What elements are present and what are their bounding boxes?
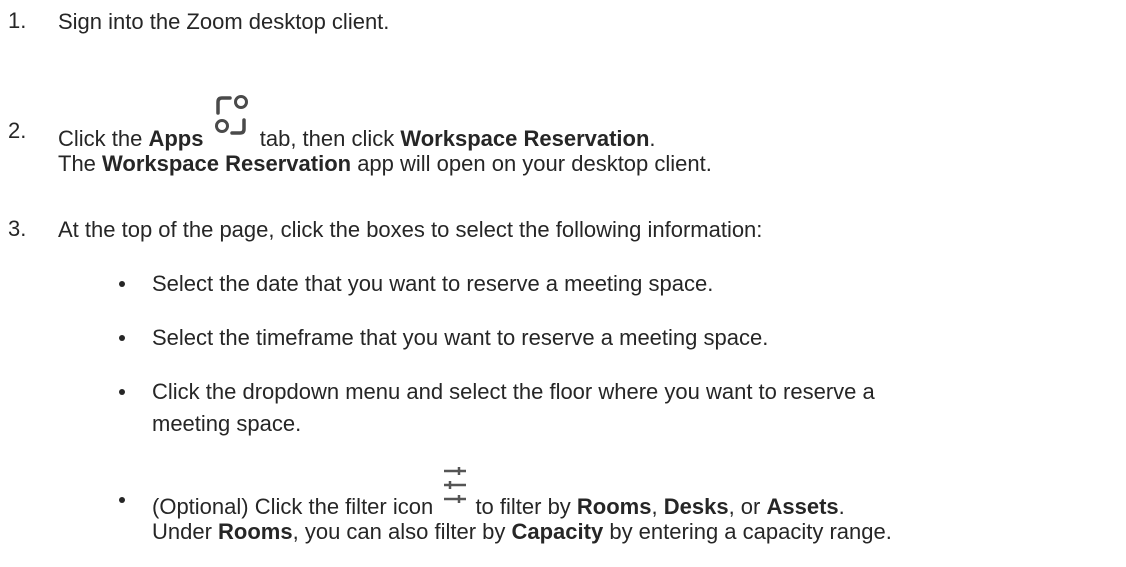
bullet-dot bbox=[119, 281, 125, 287]
step-line-2: The Workspace Reservation app will open … bbox=[58, 151, 712, 176]
workspace-reservation-label: Workspace Reservation bbox=[400, 126, 650, 151]
bullet-text: Select the timeframe that you want to re… bbox=[152, 325, 769, 350]
filter-icon-graphic bbox=[444, 467, 467, 503]
bullet-dot bbox=[119, 335, 125, 341]
step-line-1: Click the Apps tab, then click Workspace… bbox=[58, 95, 656, 153]
step-number: 3. bbox=[8, 216, 27, 241]
bullet-text: Click the dropdown menu and select the f… bbox=[152, 379, 875, 404]
bullet-dot bbox=[119, 389, 125, 395]
step-text: At the top of the page, click the boxes … bbox=[58, 217, 763, 242]
filter-icon bbox=[439, 467, 469, 514]
bullet-text: meeting space. bbox=[152, 411, 302, 436]
apps-tab-label: Apps bbox=[148, 126, 204, 151]
bullet-line-2: Under Rooms, you can also filter by Capa… bbox=[152, 519, 892, 544]
bullet-text: Select the date that you want to reserve… bbox=[152, 271, 714, 296]
bullet-line-1: (Optional) Click the filter icon to filt… bbox=[152, 467, 845, 521]
step-number: 2. bbox=[8, 118, 27, 143]
apps-icon bbox=[210, 95, 254, 146]
step-number: 1. bbox=[8, 8, 27, 33]
apps-icon-graphic bbox=[214, 95, 248, 135]
step-text: Sign into the Zoom desktop client. bbox=[58, 9, 390, 34]
bullet-dot bbox=[119, 497, 125, 503]
